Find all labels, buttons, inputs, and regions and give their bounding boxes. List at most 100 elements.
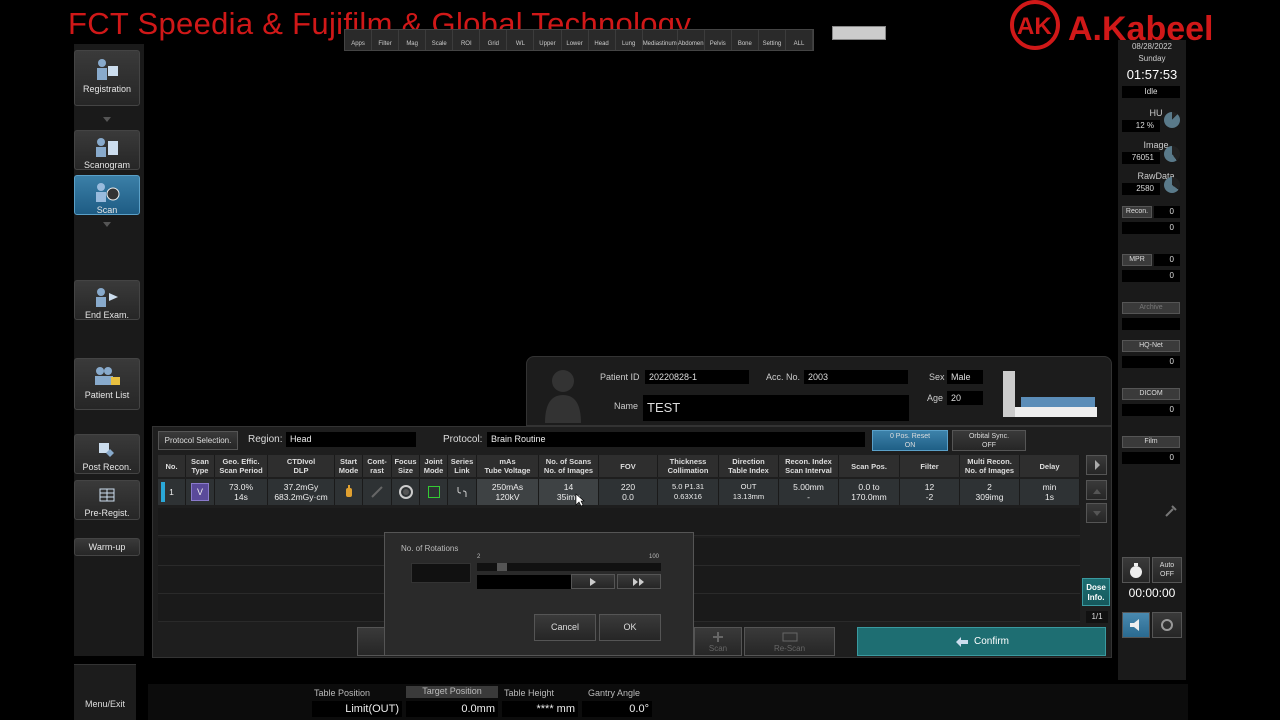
pre-regist-button[interactable]: Pre-Regist. xyxy=(74,480,140,520)
toolbar-lung[interactable]: Lung xyxy=(616,30,643,50)
slider-min-label: 2 xyxy=(477,554,481,560)
toolbar-abdomen[interactable]: Abdomen xyxy=(678,30,705,50)
row-direction[interactable]: OUT 13.13mm xyxy=(719,479,779,505)
speaker-icon xyxy=(1130,619,1139,631)
row-mas[interactable]: 250mAs 120kV xyxy=(477,479,539,505)
archive-button[interactable]: Archive xyxy=(1122,302,1180,314)
timer-button[interactable] xyxy=(1122,557,1150,583)
toolbar-pelvis[interactable]: Pelvis xyxy=(705,30,732,50)
toolbar-grid[interactable]: Grid xyxy=(480,30,508,50)
film-button[interactable]: Film xyxy=(1122,436,1180,448)
ok-button[interactable]: OK xyxy=(599,614,661,641)
focus-icon xyxy=(398,485,413,499)
toolbar-mediastinum[interactable]: Mediastinum xyxy=(643,30,678,50)
protocol-field[interactable]: Brain Routine xyxy=(487,432,865,447)
toolbar-apps[interactable]: Apps xyxy=(345,30,373,50)
table-height-value: **** mm xyxy=(502,701,578,717)
scan-action-button[interactable]: Scan xyxy=(694,627,742,656)
rescan-icon xyxy=(782,632,797,642)
pos-reset-state: ON xyxy=(904,442,916,449)
acc-no-label: Acc. No. xyxy=(766,372,801,382)
toolbar-upper[interactable]: Upper xyxy=(534,30,562,50)
scroll-right-button[interactable] xyxy=(1086,455,1107,475)
row-recon-index[interactable]: 5.00mm - xyxy=(779,479,839,505)
registration-button[interactable]: Registration xyxy=(74,50,140,106)
row-delay[interactable]: min 1s xyxy=(1020,479,1080,505)
name-field[interactable]: TEST xyxy=(643,395,909,421)
left-action-button[interactable] xyxy=(357,627,385,656)
weekday-text: Sunday xyxy=(1138,54,1166,63)
row-geo-effic[interactable]: 73.0% 14s xyxy=(215,479,268,505)
rotations-slider[interactable] xyxy=(477,563,661,571)
slider-handle[interactable] xyxy=(497,563,507,571)
row-no-value: 1 xyxy=(169,487,174,497)
row-focus-size[interactable] xyxy=(392,479,420,505)
row-multi-recon[interactable]: 2 309img xyxy=(960,479,1020,505)
chevron-down-icon xyxy=(1092,511,1101,516)
menu-exit-button[interactable]: Menu/Exit xyxy=(74,664,136,720)
cancel-button[interactable]: Cancel xyxy=(534,614,596,641)
end-exam-button[interactable]: End Exam. xyxy=(74,280,140,320)
toolbar-lower[interactable]: Lower xyxy=(562,30,589,50)
auto-button[interactable]: Auto OFF xyxy=(1152,557,1182,583)
sex-field[interactable]: Male xyxy=(947,370,983,384)
toolbar-setting[interactable]: Setting xyxy=(759,30,786,50)
target-position-label[interactable]: Target Position xyxy=(406,686,498,698)
row-joint-mode[interactable] xyxy=(420,479,448,505)
row-contrast[interactable] xyxy=(363,479,392,505)
row-fov[interactable]: 220 0.0 xyxy=(599,479,658,505)
scanogram-button[interactable]: Scanogram xyxy=(74,130,140,170)
row-series-link[interactable] xyxy=(448,479,477,505)
row-thickness[interactable]: 5.0 P1.31 0.63X16 xyxy=(658,479,719,505)
hq-net-button[interactable]: HQ-Net xyxy=(1122,340,1180,352)
confirm-button[interactable]: Confirm xyxy=(857,627,1106,656)
patient-list-button[interactable]: Patient List xyxy=(74,358,140,410)
protocol-selection-button[interactable]: Protocol Selection. xyxy=(158,431,238,450)
dicom-button[interactable]: DICOM xyxy=(1122,388,1180,400)
rotations-value-field[interactable] xyxy=(411,563,471,583)
speaker-button[interactable] xyxy=(1122,612,1150,638)
slider-max-label: 100 xyxy=(649,554,660,560)
layout-selector[interactable] xyxy=(832,26,886,40)
toolbar-mag[interactable]: Mag xyxy=(399,30,427,50)
rescan-button[interactable]: Re-Scan xyxy=(744,627,835,656)
orbital-sync-button[interactable]: Orbital Sync. OFF xyxy=(952,430,1026,451)
orbital-sync-label: Orbital Sync. xyxy=(968,433,1010,440)
row-filter[interactable]: 12 -2 xyxy=(900,479,960,505)
scanogram-icon xyxy=(96,138,118,157)
row-scan-type[interactable]: V xyxy=(186,479,215,505)
system-state: Idle xyxy=(1122,86,1180,98)
scroll-up-button[interactable] xyxy=(1086,480,1107,500)
mpr-button[interactable]: MPR xyxy=(1122,254,1152,266)
pos-reset-button[interactable]: 0 Pos. Reset ON xyxy=(872,430,948,451)
region-field[interactable]: Head xyxy=(286,432,416,447)
voice-button[interactable] xyxy=(1152,612,1182,638)
scan-button[interactable]: Scan xyxy=(74,175,140,215)
acc-no-field[interactable]: 2003 xyxy=(804,370,908,384)
toolbar-roi[interactable]: ROI xyxy=(453,30,481,50)
wrench-icon[interactable] xyxy=(1164,504,1178,518)
row-no[interactable]: 1 xyxy=(158,479,186,505)
registration-label: Registration xyxy=(82,84,132,94)
scan-label: Scan xyxy=(96,205,118,215)
toolbar-scale[interactable]: Scale xyxy=(426,30,454,50)
fast-forward-button[interactable] xyxy=(617,574,661,589)
warm-up-button[interactable]: Warm-up xyxy=(74,538,140,556)
row-start-mode[interactable] xyxy=(335,479,363,505)
step-forward-button[interactable] xyxy=(571,574,615,589)
age-field[interactable]: 20 xyxy=(947,391,983,405)
recon-button[interactable]: Recon. xyxy=(1122,206,1152,218)
toolbar-head[interactable]: Head xyxy=(589,30,616,50)
row-scan-pos[interactable]: 0.0 to 170.0mm xyxy=(839,479,900,505)
dose-info-button[interactable]: Dose Info. xyxy=(1082,578,1110,606)
toolbar-bone[interactable]: Bone xyxy=(732,30,759,50)
scroll-down-button[interactable] xyxy=(1086,503,1107,523)
toolbar-wl[interactable]: WL xyxy=(507,30,535,50)
toolbar-filter[interactable]: Filter xyxy=(372,30,400,50)
post-recon-button[interactable]: Post Recon. xyxy=(74,434,140,474)
col-filter: Filter xyxy=(900,455,960,477)
row-no-scans[interactable]: 14 35img xyxy=(539,479,599,505)
toolbar-all[interactable]: ALL xyxy=(786,30,814,50)
patient-id-field[interactable]: 20220828-1 xyxy=(645,370,749,384)
row-ctdivol[interactable]: 37.2mGy 683.2mGy·cm xyxy=(268,479,335,505)
